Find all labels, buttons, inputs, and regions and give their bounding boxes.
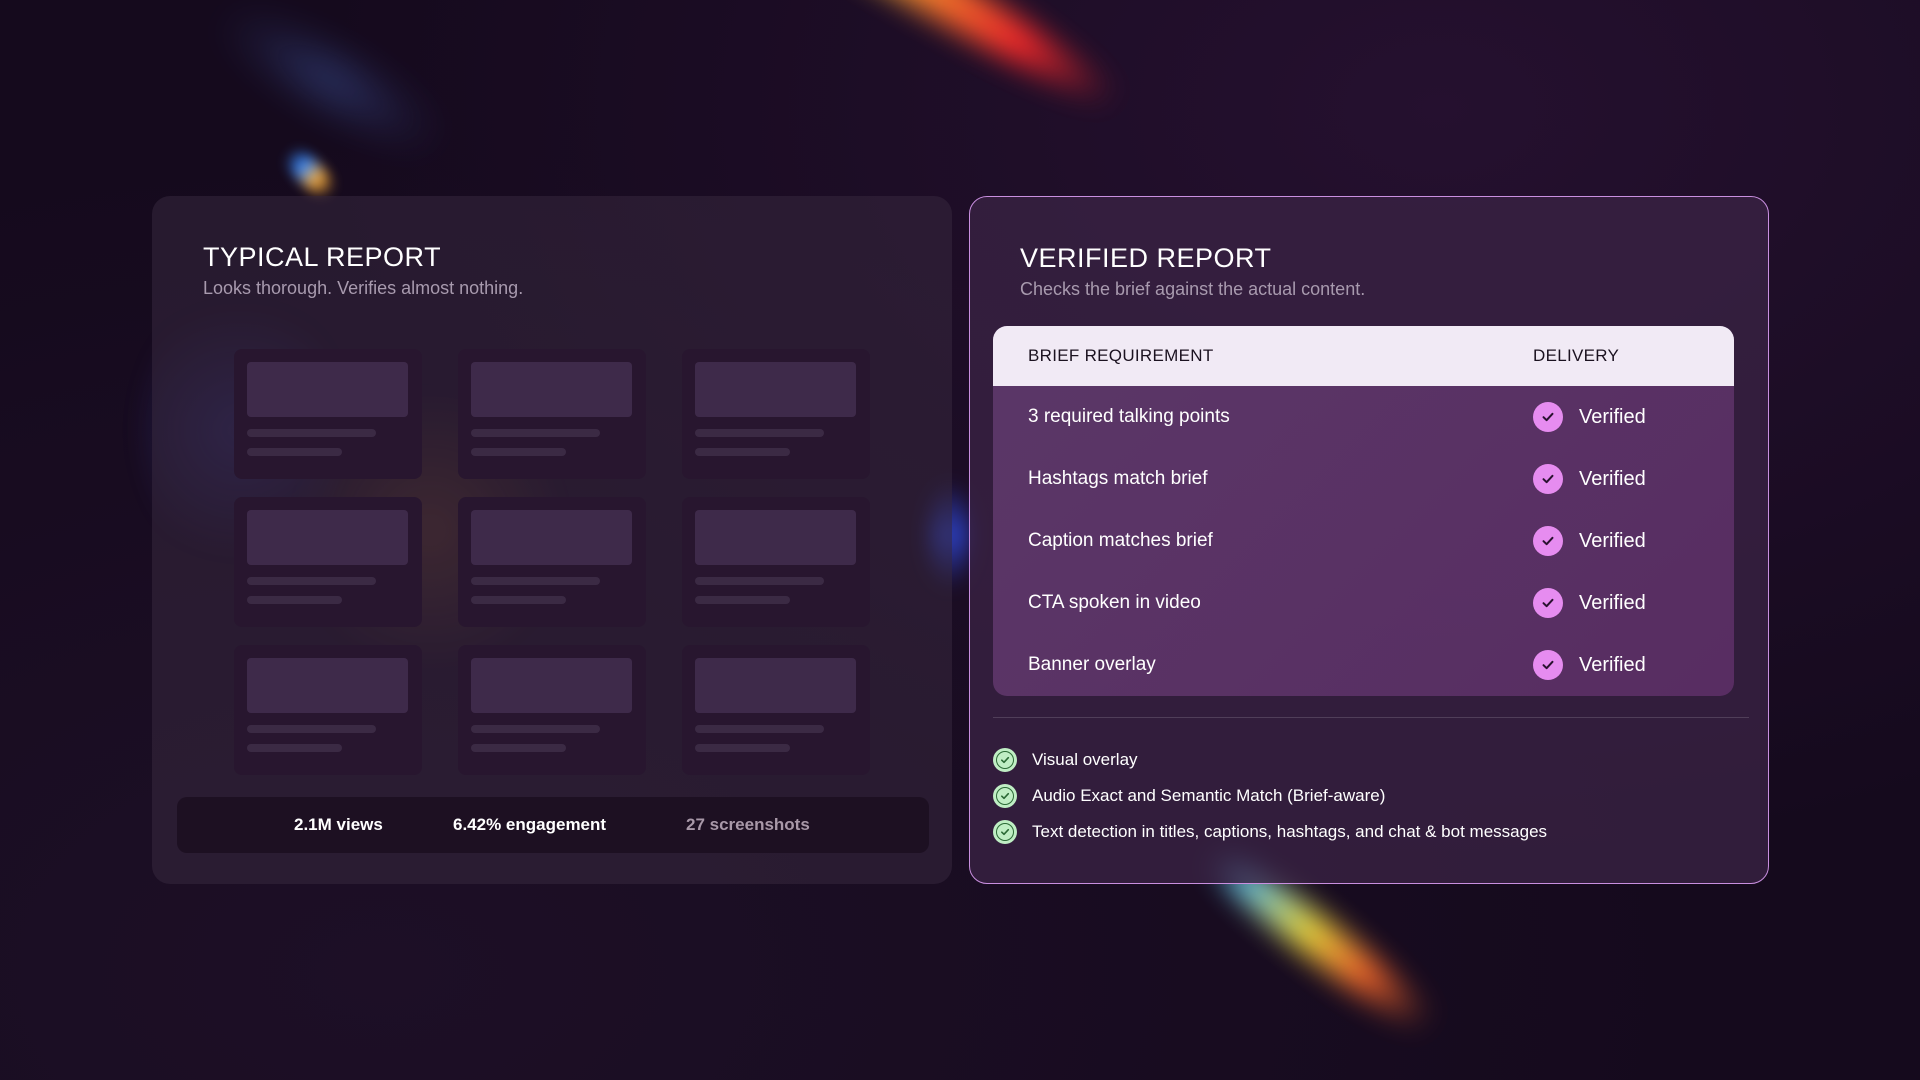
delivery-status: Verified: [1579, 653, 1646, 676]
delivery-cell: Verified: [1533, 634, 1646, 696]
check-circle-icon: [1533, 650, 1563, 680]
engagement-stat: 6.42% engagement: [453, 815, 607, 834]
delivery-cell: Verified: [1533, 448, 1646, 510]
screenshot-thumbnail: [458, 497, 646, 627]
thumbnail-text-placeholder: [247, 725, 376, 733]
delivery-status: Verified: [1579, 405, 1646, 428]
verified-report-card: VERIFIED REPORT Checks the brief against…: [969, 196, 1769, 884]
check-circle-icon: [1533, 526, 1563, 556]
thumbnail-text-placeholder: [247, 744, 342, 752]
screenshot-thumbnail: [682, 349, 870, 479]
table-row: Banner overlay Verified: [993, 634, 1734, 696]
delivery-status: Verified: [1579, 467, 1646, 490]
thumbnail-image-placeholder: [471, 658, 632, 713]
typical-report-subtitle: Looks thorough. Verifies almost nothing.: [203, 278, 524, 298]
stats-bar: 2.1M views 6.42% engagement 27 screensho…: [177, 797, 929, 853]
thumbnail-text-placeholder: [471, 448, 566, 456]
feature-label: Visual overlay: [1032, 750, 1138, 769]
thumbnail-text-placeholder: [247, 577, 376, 585]
thumbnail-text-placeholder: [471, 744, 566, 752]
delivery-cell: Verified: [1533, 386, 1646, 448]
thumbnail-text-placeholder: [695, 577, 824, 585]
thumbnail-text-placeholder: [471, 577, 600, 585]
screenshot-thumbnail: [234, 645, 422, 775]
thumbnail-text-placeholder: [471, 596, 566, 604]
delivery-cell: Verified: [1533, 572, 1646, 634]
requirement-cell: Hashtags match brief: [1028, 468, 1208, 489]
thumbnail-text-placeholder: [695, 725, 824, 733]
column-header-delivery: DELIVERY: [1533, 346, 1620, 365]
column-header-requirement: BRIEF REQUIREMENT: [1028, 346, 1214, 365]
feature-item: Visual overlay: [993, 742, 1547, 778]
check-circle-icon: [1533, 588, 1563, 618]
screenshot-thumbnail: [458, 349, 646, 479]
feature-item: Text detection in titles, captions, hash…: [993, 814, 1547, 850]
typical-report-title: TYPICAL REPORT: [203, 242, 442, 272]
thumbnail-text-placeholder: [247, 429, 376, 437]
screenshot-thumbnail: [234, 349, 422, 479]
delivery-cell: Verified: [1533, 510, 1646, 572]
thumbnail-text-placeholder: [471, 429, 600, 437]
feature-item: Audio Exact and Semantic Match (Brief-aw…: [993, 778, 1547, 814]
thumbnail-image-placeholder: [247, 362, 408, 417]
verified-report-subtitle: Checks the brief against the actual cont…: [1020, 279, 1366, 299]
thumbnail-image-placeholder: [471, 510, 632, 565]
thumbnail-text-placeholder: [695, 744, 790, 752]
thumbnail-image-placeholder: [695, 510, 856, 565]
screenshot-thumbnail: [234, 497, 422, 627]
requirement-cell: CTA spoken in video: [1028, 592, 1201, 613]
feature-label: Text detection in titles, captions, hash…: [1032, 822, 1548, 841]
table-row: Hashtags match brief Verified: [993, 448, 1734, 510]
requirement-cell: 3 required talking points: [1028, 406, 1230, 427]
feature-list: Visual overlay Audio Exact and Semantic …: [993, 742, 1547, 850]
screenshot-thumbnail: [682, 497, 870, 627]
requirement-cell: Caption matches brief: [1028, 530, 1213, 551]
thumbnail-text-placeholder: [247, 596, 342, 604]
delivery-status: Verified: [1579, 529, 1646, 552]
thumbnail-text-placeholder: [695, 429, 824, 437]
verified-report-title: VERIFIED REPORT: [1020, 243, 1272, 273]
table-row: Caption matches brief Verified: [993, 510, 1734, 572]
screenshot-thumbnail: [458, 645, 646, 775]
table-header: BRIEF REQUIREMENT DELIVERY: [993, 326, 1734, 386]
thumbnail-text-placeholder: [695, 596, 790, 604]
thumbnail-image-placeholder: [695, 658, 856, 713]
thumbnail-image-placeholder: [247, 510, 408, 565]
check-circle-outline-icon: [993, 784, 1017, 808]
check-circle-outline-icon: [993, 748, 1017, 772]
divider: [993, 717, 1749, 718]
thumbnail-text-placeholder: [695, 448, 790, 456]
screenshot-grid: [234, 349, 870, 775]
check-circle-icon: [1533, 402, 1563, 432]
screenshots-stat: 27 screenshots: [686, 815, 810, 834]
table-row: 3 required talking points Verified: [993, 386, 1734, 448]
requirement-cell: Banner overlay: [1028, 654, 1156, 675]
check-circle-icon: [1533, 464, 1563, 494]
delivery-status: Verified: [1579, 591, 1646, 614]
verification-table: BRIEF REQUIREMENT DELIVERY 3 required ta…: [993, 326, 1734, 696]
typical-report-card: TYPICAL REPORT Looks thorough. Verifies …: [152, 196, 952, 884]
thumbnail-text-placeholder: [247, 448, 342, 456]
check-circle-outline-icon: [993, 820, 1017, 844]
views-stat: 2.1M views: [294, 815, 383, 834]
table-row: CTA spoken in video Verified: [993, 572, 1734, 634]
thumbnail-image-placeholder: [247, 658, 408, 713]
feature-label: Audio Exact and Semantic Match (Brief-aw…: [1032, 786, 1386, 805]
thumbnail-image-placeholder: [471, 362, 632, 417]
thumbnail-text-placeholder: [471, 725, 600, 733]
thumbnail-image-placeholder: [695, 362, 856, 417]
screenshot-thumbnail: [682, 645, 870, 775]
